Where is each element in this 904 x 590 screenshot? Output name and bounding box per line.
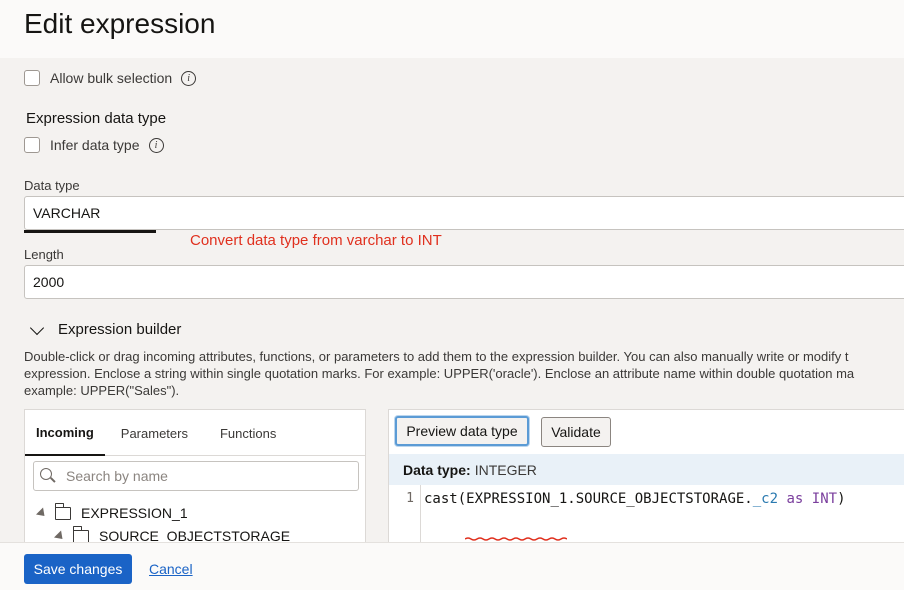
expression-data-type-heading: Expression data type bbox=[26, 110, 167, 127]
tree-item-label: EXPRESSION_1 bbox=[81, 505, 188, 521]
data-type-result-value: INTEGER bbox=[474, 461, 537, 478]
builder-description-line: example: UPPER("Sales"). bbox=[24, 383, 180, 398]
tree-item-expression[interactable]: EXPRESSION_1 bbox=[35, 502, 188, 521]
infer-data-type-row: Infer data type i bbox=[24, 137, 164, 153]
line-number-gutter: 1 bbox=[389, 485, 421, 542]
code-function: cast bbox=[424, 491, 458, 507]
info-icon[interactable]: i bbox=[148, 137, 164, 153]
cancel-link[interactable]: Cancel bbox=[149, 561, 193, 577]
tab-incoming[interactable]: Incoming bbox=[25, 410, 105, 456]
code-keyword-as: as bbox=[786, 491, 804, 507]
tree-item-source[interactable]: SOURCE_OBJECTSTORAGE bbox=[53, 525, 291, 542]
info-icon[interactable]: i bbox=[181, 70, 197, 86]
code-column: _c2 bbox=[752, 491, 779, 507]
expression-editor-panel: Preview data type Validate Data type: IN… bbox=[388, 409, 904, 542]
expand-triangle-icon[interactable] bbox=[53, 529, 67, 542]
expression-code-editor[interactable]: cast(EXPRESSION_1.SOURCE_OBJECTSTORAGE._… bbox=[424, 491, 846, 507]
validate-button[interactable]: Validate bbox=[541, 417, 611, 447]
search-input[interactable]: Search by name bbox=[33, 461, 359, 491]
search-placeholder: Search by name bbox=[66, 468, 168, 484]
bulk-selection-row: Allow bulk selection i bbox=[24, 70, 197, 86]
data-type-result-key: Data type: bbox=[403, 461, 471, 478]
dialog-header: Edit expression bbox=[0, 0, 904, 58]
data-type-result-bar: Data type: INTEGER bbox=[389, 454, 904, 485]
data-type-value: VARCHAR bbox=[33, 205, 101, 221]
tab-functions[interactable]: Functions bbox=[204, 410, 292, 456]
builder-description-line: expression. Enclose a string within sing… bbox=[24, 366, 855, 381]
length-input[interactable]: 2000 bbox=[24, 265, 904, 299]
search-icon bbox=[40, 468, 56, 484]
dialog-title: Edit expression bbox=[24, 8, 216, 39]
preview-data-type-button[interactable]: Preview data type bbox=[395, 416, 529, 446]
data-type-label: Data type bbox=[24, 178, 80, 193]
code-type: INT bbox=[811, 491, 838, 507]
tree-item-label: SOURCE_OBJECTSTORAGE bbox=[99, 528, 291, 542]
save-changes-button[interactable]: Save changes bbox=[24, 554, 132, 584]
dialog-footer: Save changes Cancel bbox=[0, 542, 904, 590]
expression-builder-heading: Expression builder bbox=[58, 321, 182, 338]
dialog-body: Allow bulk selection i Expression data t… bbox=[0, 58, 904, 542]
expand-triangle-icon[interactable] bbox=[35, 506, 49, 520]
chevron-down-icon bbox=[29, 320, 45, 335]
bulk-selection-checkbox[interactable] bbox=[24, 70, 40, 86]
length-value: 2000 bbox=[33, 274, 65, 290]
builder-description-line: Double-click or drag incoming attributes… bbox=[24, 349, 849, 364]
data-type-select[interactable]: VARCHAR bbox=[24, 196, 904, 230]
folder-icon bbox=[54, 502, 71, 520]
code-attribute-ref: EXPRESSION_1.SOURCE_OBJECTSTORAGE. bbox=[466, 491, 753, 507]
tab-parameters[interactable]: Parameters bbox=[105, 410, 204, 456]
folder-icon bbox=[72, 525, 89, 542]
annotation-note: Convert data type from varchar to INT bbox=[190, 232, 442, 249]
infer-data-type-checkbox[interactable] bbox=[24, 137, 40, 153]
redaction-mark bbox=[24, 230, 156, 233]
code-open-paren: ( bbox=[457, 491, 467, 507]
incoming-panel: Incoming Parameters Functions Search by … bbox=[24, 409, 366, 542]
annotation-underline bbox=[465, 537, 567, 541]
length-label: Length bbox=[24, 247, 64, 262]
code-close-paren: ) bbox=[837, 491, 846, 507]
infer-data-type-label: Infer data type bbox=[50, 137, 140, 153]
builder-tabs: Incoming Parameters Functions bbox=[25, 410, 365, 456]
bulk-selection-label: Allow bulk selection bbox=[50, 70, 173, 86]
expression-builder-toggle[interactable]: Expression builder bbox=[28, 320, 182, 338]
line-number: 1 bbox=[406, 491, 414, 506]
